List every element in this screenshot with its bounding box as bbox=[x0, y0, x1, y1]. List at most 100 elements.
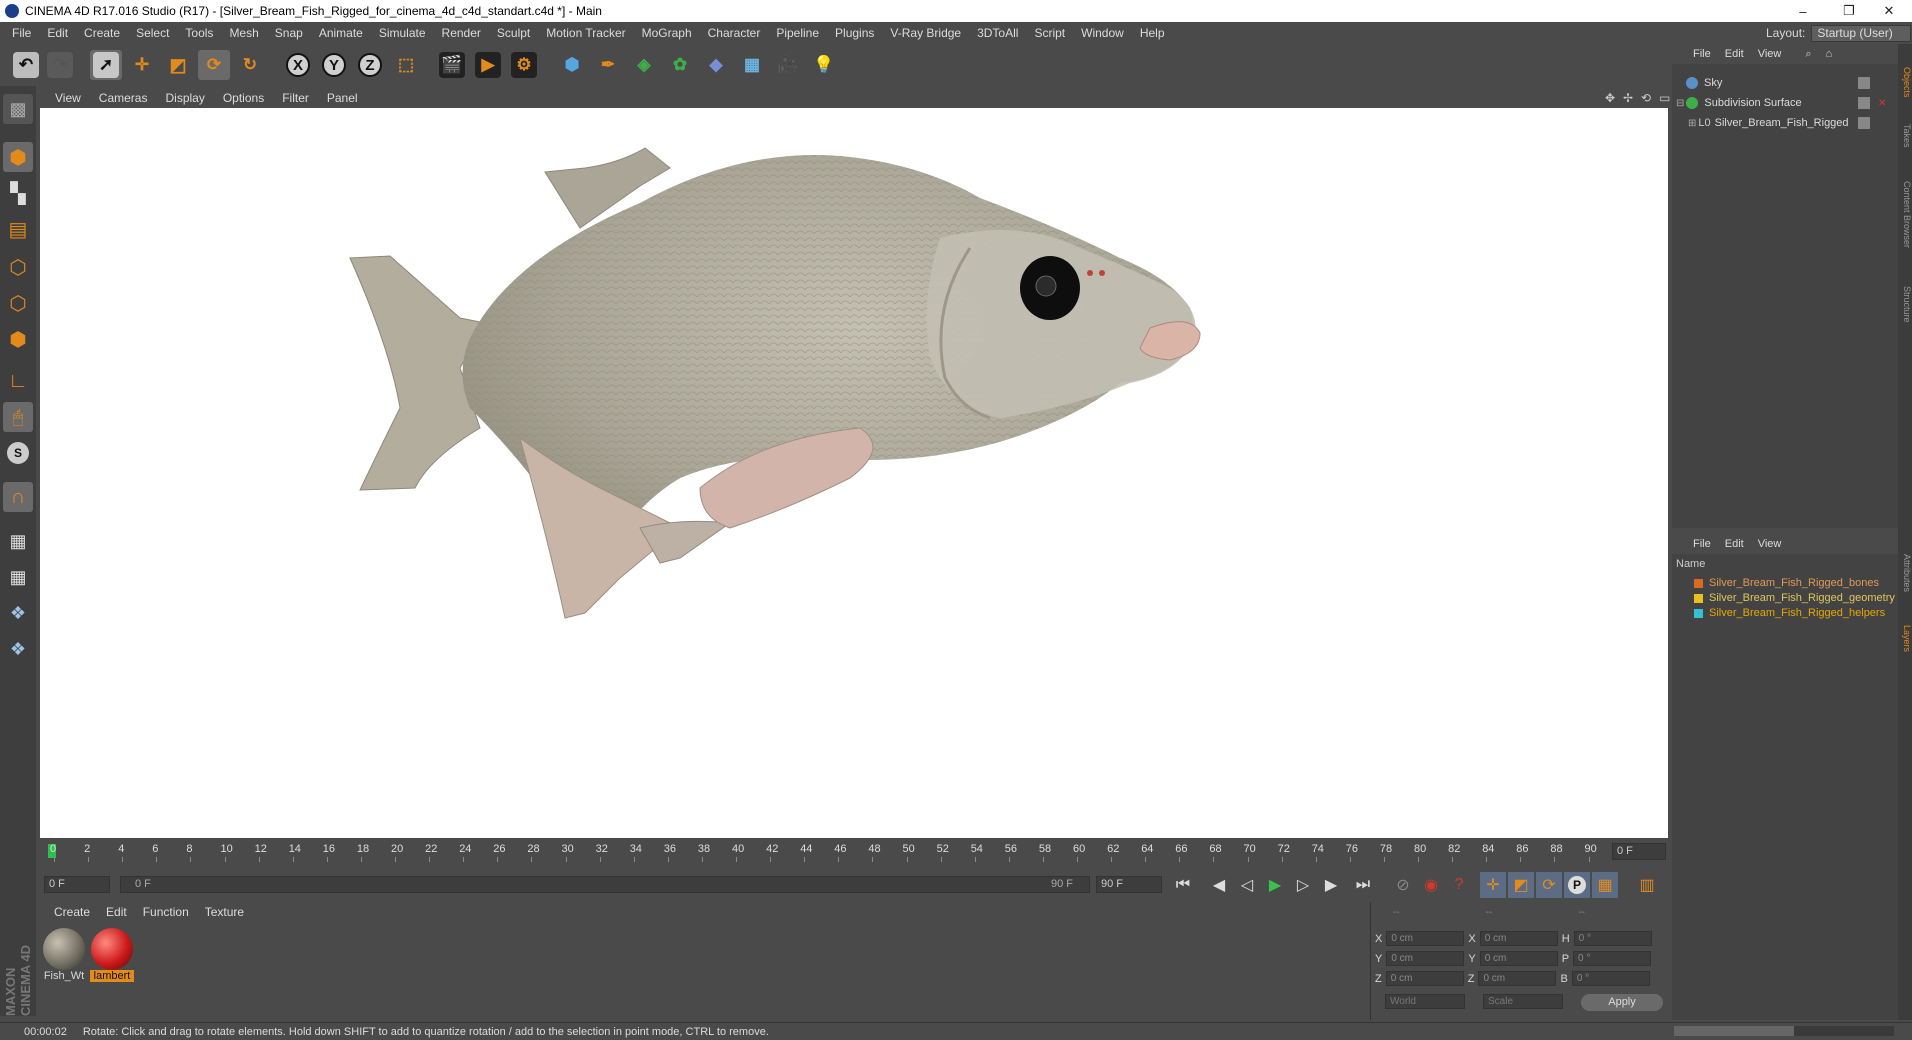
home-icon[interactable]: ⌂ bbox=[1819, 48, 1840, 60]
key-pla-button[interactable]: ▦ bbox=[1592, 872, 1618, 898]
key-position-button[interactable]: ✛ bbox=[1480, 872, 1506, 898]
key-parameter-button[interactable]: P bbox=[1564, 872, 1590, 898]
redo-button[interactable]: ↷ bbox=[44, 50, 76, 80]
snap-button[interactable]: ∩ bbox=[3, 482, 33, 512]
menu-edit[interactable]: Edit bbox=[39, 26, 76, 40]
object-menu-file[interactable]: File bbox=[1686, 48, 1718, 60]
position-y-field[interactable]: 0 cm bbox=[1386, 951, 1465, 966]
mograph-cloner-button[interactable]: ✿ bbox=[664, 50, 696, 80]
menu-render[interactable]: Render bbox=[434, 26, 489, 40]
size-mode-dropdown[interactable]: Scale bbox=[1483, 994, 1563, 1009]
camera-button[interactable]: 🎥 bbox=[772, 50, 804, 80]
expand-toggle-icon[interactable]: ⊞ bbox=[1688, 118, 1696, 129]
material-menu-function[interactable]: Function bbox=[135, 905, 197, 919]
tab-objects[interactable]: Objects bbox=[1898, 52, 1912, 112]
record-keys-button[interactable]: ⊘ bbox=[1390, 872, 1416, 898]
workplane-grid-button[interactable]: ▦ bbox=[3, 562, 33, 592]
menu-pipeline[interactable]: Pipeline bbox=[768, 26, 827, 40]
menu-mograph[interactable]: MoGraph bbox=[634, 26, 700, 40]
frame-range-slider[interactable]: 0 F 90 F bbox=[120, 876, 1090, 893]
layer-row-geometry[interactable]: Silver_Bream_Fish_Rigged_geometry bbox=[1676, 591, 1895, 605]
menu-character[interactable]: Character bbox=[700, 26, 769, 40]
object-menu-view[interactable]: View bbox=[1751, 48, 1789, 60]
render-view-button[interactable]: 🎬 bbox=[436, 50, 468, 80]
menu-file[interactable]: File bbox=[4, 26, 39, 40]
solo-button[interactable]: S bbox=[3, 438, 33, 468]
tab-takes[interactable]: Takes bbox=[1898, 116, 1912, 156]
menu-create[interactable]: Create bbox=[76, 26, 128, 40]
x-axis-button[interactable]: X bbox=[282, 50, 314, 80]
y-axis-button[interactable]: Y bbox=[318, 50, 350, 80]
end-frame-field[interactable]: 90 F bbox=[1096, 876, 1162, 893]
scale-button[interactable]: ◩ bbox=[162, 50, 194, 80]
menu-vray-bridge[interactable]: V-Ray Bridge bbox=[882, 26, 969, 40]
timeline-ruler[interactable]: 0 2 4 6 8 10 12 14 16 18 20 22 24 26 28 30 32 34 36 38 40 42 4… bbox=[40, 840, 1668, 862]
viewport-menu-view[interactable]: View bbox=[46, 91, 90, 105]
recent-tools-button[interactable]: ↻ bbox=[234, 50, 266, 80]
scrollbar-thumb[interactable] bbox=[1674, 1026, 1794, 1036]
object-row-silver-bream-fish-rigged[interactable]: ⊞ L0 Silver_Bream_Fish_Rigged bbox=[1672, 114, 1898, 132]
layer-menu-view[interactable]: View bbox=[1751, 538, 1789, 550]
model-mode-button[interactable]: ⬢ bbox=[3, 142, 33, 172]
3d-viewport[interactable] bbox=[40, 108, 1668, 838]
expand-toggle-icon[interactable]: ⊟ bbox=[1676, 98, 1684, 109]
material-menu-create[interactable]: Create bbox=[46, 905, 98, 919]
workplane-mode-button[interactable]: ▤ bbox=[3, 214, 33, 244]
subdivision-button[interactable]: ◈ bbox=[628, 50, 660, 80]
material-menu-edit[interactable]: Edit bbox=[98, 905, 135, 919]
viewport-menu-panel[interactable]: Panel bbox=[318, 91, 367, 105]
z-axis-button[interactable]: Z bbox=[354, 50, 386, 80]
viewport-menu-cameras[interactable]: Cameras bbox=[90, 91, 157, 105]
tab-structure[interactable]: Structure bbox=[1898, 274, 1912, 334]
menu-mesh[interactable]: Mesh bbox=[221, 26, 266, 40]
apply-button[interactable]: Apply bbox=[1581, 994, 1663, 1011]
make-editable-button[interactable]: ▩ bbox=[3, 94, 33, 124]
menu-help[interactable]: Help bbox=[1132, 26, 1173, 40]
menu-tools[interactable]: Tools bbox=[177, 26, 221, 40]
menu-simulate[interactable]: Simulate bbox=[371, 26, 434, 40]
move-button[interactable]: ✛ bbox=[126, 50, 158, 80]
object-menu-edit[interactable]: Edit bbox=[1718, 48, 1751, 60]
edges-mode-button[interactable]: ⬡ bbox=[3, 288, 33, 318]
points-mode-button[interactable]: ⬡ bbox=[3, 252, 33, 282]
coordinate-system-button[interactable]: ⬚ bbox=[390, 50, 422, 80]
start-frame-field[interactable]: 0 F bbox=[44, 876, 110, 893]
floor-button[interactable]: ▦ bbox=[736, 50, 768, 80]
undo-button[interactable]: ↶ bbox=[10, 50, 42, 80]
go-to-start-button[interactable]: ⏮ bbox=[1170, 872, 1196, 898]
rotation-h-field[interactable]: 0 ° bbox=[1573, 931, 1652, 946]
texture-mode-button[interactable]: ▚ bbox=[3, 178, 33, 208]
axis-mode-button[interactable]: ∟ bbox=[3, 366, 33, 396]
menu-script[interactable]: Script bbox=[1026, 26, 1073, 40]
pen-spline-button[interactable]: ✒ bbox=[592, 50, 624, 80]
next-frame-button[interactable]: ▷ bbox=[1290, 872, 1316, 898]
layer-menu-edit[interactable]: Edit bbox=[1718, 538, 1751, 550]
rotation-b-field[interactable]: 0 ° bbox=[1571, 971, 1650, 986]
python-script-button-1[interactable]: ❖ bbox=[3, 598, 33, 628]
menu-animate[interactable]: Animate bbox=[311, 26, 371, 40]
rotation-p-field[interactable]: 0 ° bbox=[1573, 951, 1652, 966]
size-y-field[interactable]: 0 cm bbox=[1479, 951, 1558, 966]
python-script-button-2[interactable]: ❖ bbox=[3, 634, 33, 664]
minimize-button[interactable]: – bbox=[1780, 0, 1826, 22]
play-button[interactable]: ▶ bbox=[1262, 872, 1288, 898]
horizontal-scrollbar[interactable] bbox=[1674, 1026, 1894, 1036]
menu-motion-tracker[interactable]: Motion Tracker bbox=[538, 26, 633, 40]
workplane-lock-button[interactable]: ▦ bbox=[3, 526, 33, 556]
viewport-menu-options[interactable]: Options bbox=[214, 91, 273, 105]
menu-snap[interactable]: Snap bbox=[267, 26, 311, 40]
current-frame-field[interactable]: 0 F bbox=[1612, 843, 1666, 860]
coordinate-space-dropdown[interactable]: World bbox=[1385, 994, 1465, 1009]
key-rotation-button[interactable]: ⟳ bbox=[1536, 872, 1562, 898]
render-settings-button[interactable]: ⚙ bbox=[508, 50, 540, 80]
material-menu-texture[interactable]: Texture bbox=[197, 905, 252, 919]
previous-frame-button[interactable]: ◁ bbox=[1234, 872, 1260, 898]
size-z-field[interactable]: 0 cm bbox=[1478, 971, 1557, 986]
polygons-mode-button[interactable]: ⬢ bbox=[3, 324, 33, 354]
previous-key-button[interactable]: ◀ bbox=[1206, 872, 1232, 898]
timeline-window-button[interactable]: ▥ bbox=[1634, 872, 1660, 898]
tab-attributes[interactable]: Attributes bbox=[1898, 538, 1912, 608]
check-icon[interactable]: ✕ bbox=[1878, 98, 1886, 109]
light-button[interactable]: 💡 bbox=[808, 50, 840, 80]
render-picture-viewer-button[interactable]: ▶ bbox=[472, 50, 504, 80]
